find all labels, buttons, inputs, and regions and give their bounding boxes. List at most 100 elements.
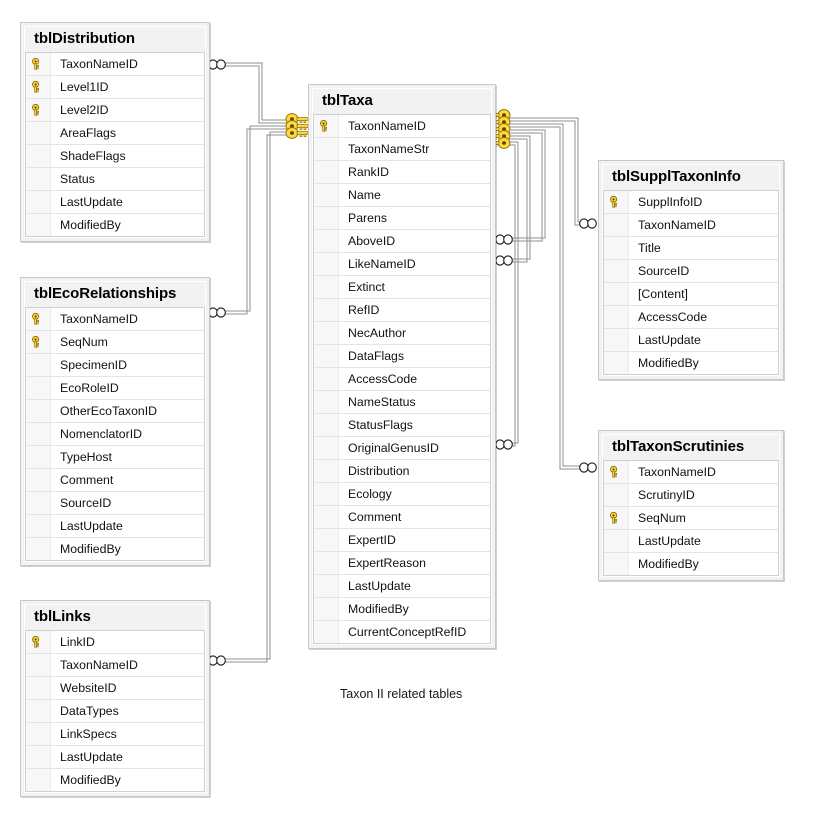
field-name: ModifiedBy: [638, 557, 699, 571]
field-row[interactable]: LastUpdate: [604, 530, 778, 553]
field-row[interactable]: LastUpdate: [26, 515, 204, 538]
field-row[interactable]: SeqNum: [26, 331, 204, 354]
field-row[interactable]: LastUpdate: [26, 191, 204, 214]
entity-table-tblLinks[interactable]: tblLinks LinkID TaxonNameID WebsiteID DataTy…: [20, 600, 210, 797]
field-key-slot: [314, 414, 339, 436]
field-row[interactable]: Ecology: [314, 483, 490, 506]
field-name: Level1ID: [60, 80, 109, 94]
field-row[interactable]: RankID: [314, 161, 490, 184]
field-row[interactable]: AreaFlags: [26, 122, 204, 145]
field-row[interactable]: ShadeFlags: [26, 145, 204, 168]
field-list: SupplInfoID TaxonNameID Title SourceID [Cont…: [603, 190, 779, 375]
field-row[interactable]: TaxonNameID: [26, 308, 204, 331]
field-row[interactable]: TypeHost: [26, 446, 204, 469]
field-row[interactable]: Status: [26, 168, 204, 191]
field-row[interactable]: Name: [314, 184, 490, 207]
field-key-slot: [314, 391, 339, 413]
field-row[interactable]: Comment: [26, 469, 204, 492]
field-name: TypeHost: [60, 450, 112, 464]
field-row[interactable]: ScrutinyID: [604, 484, 778, 507]
field-row[interactable]: Level2ID: [26, 99, 204, 122]
field-row[interactable]: Parens: [314, 207, 490, 230]
field-row[interactable]: AccessCode: [604, 306, 778, 329]
field-row[interactable]: SourceID: [26, 492, 204, 515]
field-row[interactable]: ExpertReason: [314, 552, 490, 575]
primary-key-icon: [26, 53, 51, 75]
infinity-symbol: [216, 59, 226, 70]
field-row[interactable]: LinkID: [26, 631, 204, 654]
field-row[interactable]: Comment: [314, 506, 490, 529]
field-row[interactable]: TaxonNameID: [26, 53, 204, 76]
field-name: SourceID: [638, 264, 690, 278]
infinity-symbol: [579, 462, 589, 473]
field-row[interactable]: NameStatus: [314, 391, 490, 414]
field-name: LastUpdate: [60, 195, 123, 209]
field-name: LinkID: [60, 635, 95, 649]
field-row[interactable]: SourceID: [604, 260, 778, 283]
field-row[interactable]: DataTypes: [26, 700, 204, 723]
field-row[interactable]: LinkSpecs: [26, 723, 204, 746]
field-row[interactable]: DataFlags: [314, 345, 490, 368]
field-row[interactable]: ModifiedBy: [26, 769, 204, 792]
field-list: LinkID TaxonNameID WebsiteID DataTypes LinkS…: [25, 630, 205, 792]
field-key-slot: [26, 377, 51, 399]
field-row[interactable]: AccessCode: [314, 368, 490, 391]
field-name: Name: [348, 188, 381, 202]
field-row[interactable]: WebsiteID: [26, 677, 204, 700]
entity-table-tblEcoRelationships[interactable]: tblEcoRelationships TaxonNameID SeqNum Spec…: [20, 277, 210, 566]
field-name: Title: [638, 241, 661, 255]
field-name: AccessCode: [638, 310, 708, 324]
field-row[interactable]: LastUpdate: [604, 329, 778, 352]
field-row[interactable]: LastUpdate: [314, 575, 490, 598]
field-row[interactable]: ModifiedBy: [26, 538, 204, 561]
field-row[interactable]: RefID: [314, 299, 490, 322]
entity-table-tblTaxonScrutinies[interactable]: tblTaxonScrutinies TaxonNameID ScrutinyID S…: [598, 430, 784, 581]
field-row[interactable]: SeqNum: [604, 507, 778, 530]
entity-table-tblTaxa[interactable]: tblTaxa TaxonNameID TaxonNameStr RankID Name…: [308, 84, 496, 649]
field-row[interactable]: ModifiedBy: [26, 214, 204, 237]
field-row[interactable]: NomenclatorID: [26, 423, 204, 446]
field-name: OtherEcoTaxonID: [60, 404, 158, 418]
field-row[interactable]: StatusFlags: [314, 414, 490, 437]
field-name: TaxonNameID: [60, 57, 138, 71]
primary-key-icon: [26, 308, 51, 330]
field-row[interactable]: NecAuthor: [314, 322, 490, 345]
field-row[interactable]: TaxonNameID: [604, 461, 778, 484]
field-row[interactable]: TaxonNameID: [314, 115, 490, 138]
field-row[interactable]: SupplInfoID: [604, 191, 778, 214]
field-row[interactable]: AboveID: [314, 230, 490, 253]
field-row[interactable]: CurrentConceptRefID: [314, 621, 490, 644]
entity-table-frame: tblEcoRelationships TaxonNameID SeqNum Spec…: [24, 281, 206, 562]
primary-key-icon: [26, 331, 51, 353]
field-row[interactable]: TaxonNameStr: [314, 138, 490, 161]
field-row[interactable]: ModifiedBy: [314, 598, 490, 621]
field-row[interactable]: OtherEcoTaxonID: [26, 400, 204, 423]
entity-table-tblDistribution[interactable]: tblDistribution TaxonNameID Level1ID Level2…: [20, 22, 210, 242]
field-row[interactable]: Title: [604, 237, 778, 260]
field-name: DataTypes: [60, 704, 119, 718]
infinity-symbol: [579, 218, 589, 229]
field-key-slot: [26, 700, 51, 722]
field-row[interactable]: ModifiedBy: [604, 352, 778, 375]
field-name: StatusFlags: [348, 418, 413, 432]
field-row[interactable]: [Content]: [604, 283, 778, 306]
field-row[interactable]: ExpertID: [314, 529, 490, 552]
erd-canvas: tblDistribution TaxonNameID Level1ID Level2…: [0, 0, 813, 826]
field-name: OriginalGenusID: [348, 441, 439, 455]
field-name: AccessCode: [348, 372, 418, 386]
field-name: ModifiedBy: [60, 542, 121, 556]
entity-table-frame: tblLinks LinkID TaxonNameID WebsiteID DataTy…: [24, 604, 206, 793]
field-row[interactable]: LastUpdate: [26, 746, 204, 769]
field-row[interactable]: EcoRoleID: [26, 377, 204, 400]
field-row[interactable]: OriginalGenusID: [314, 437, 490, 460]
field-row[interactable]: Distribution: [314, 460, 490, 483]
field-row[interactable]: Level1ID: [26, 76, 204, 99]
field-row[interactable]: TaxonNameID: [604, 214, 778, 237]
field-key-slot: [604, 283, 629, 305]
field-row[interactable]: TaxonNameID: [26, 654, 204, 677]
field-row[interactable]: Extinct: [314, 276, 490, 299]
field-row[interactable]: SpecimenID: [26, 354, 204, 377]
field-row[interactable]: LikeNameID: [314, 253, 490, 276]
field-row[interactable]: ModifiedBy: [604, 553, 778, 576]
entity-table-tblSupplTaxonInfo[interactable]: tblSupplTaxonInfo SupplInfoID TaxonNameID T…: [598, 160, 784, 380]
